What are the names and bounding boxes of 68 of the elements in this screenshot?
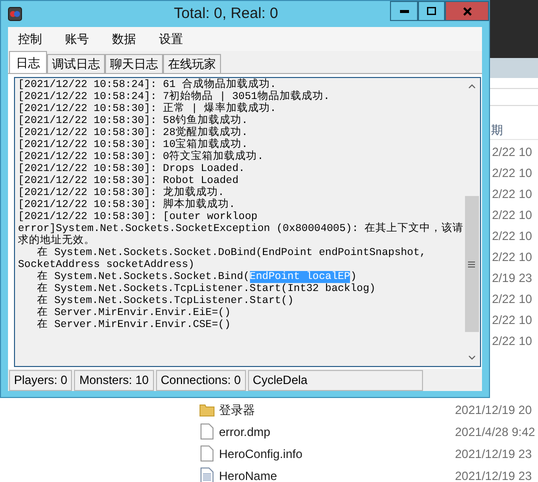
status-bar-panel: Players: 0 — [9, 370, 72, 391]
menu-item[interactable]: 设置 — [159, 30, 183, 48]
log-line: 在 System.Net.Sockets.TcpListener.Start(Int32 backlog) — [36, 283, 377, 295]
explorer-title-bar — [490, 58, 538, 78]
log-line: [2021/12/22 10:58:30]: 龙加载成功. — [18, 187, 224, 199]
log-line: [2021/12/22 10:58:30]: Robot Loaded — [18, 175, 240, 187]
log-line: SocketAddress socketAddress) — [18, 259, 196, 271]
date-cell-text: 2/22 10 — [491, 207, 534, 224]
log-line: 在 System.Net.Sockets.Socket.DoBind(EndPoint endPointSnapshot, — [36, 247, 427, 259]
log-line: [2021/12/22 10:58:30]: 脚本加载成功. — [18, 199, 236, 211]
log-line: [2021/12/22 10:58:30]: [outer workloop — [18, 211, 258, 223]
file-name[interactable]: HeroConfig.info — [217, 444, 455, 462]
date-cell-text: 2021/12/19 23 — [455, 446, 532, 462]
log-line: 在 System.Net.Sockets.TcpListener.Start() — [36, 295, 295, 307]
log-line: [2021/12/22 10:58:30]: 0符文宝箱加载成功. — [18, 151, 265, 163]
log-line: [2021/12/22 10:58:24]: 7初始物品 | 3051物品加载成功. — [18, 91, 331, 103]
column-header[interactable]: 期 — [491, 123, 503, 137]
scrollbar[interactable] — [464, 77, 481, 367]
date-cell-text: 2021/12/19 20 — [455, 402, 532, 418]
tab[interactable]: 聊天日志 — [105, 54, 163, 73]
log-line: [2021/12/22 10:58:30]: 正常 | 爆率加载成功. — [18, 103, 278, 115]
minimize-button[interactable] — [390, 1, 418, 21]
maximize-icon — [427, 7, 436, 15]
log-text-area[interactable] — [14, 77, 464, 367]
log-line: 在 System.Net.Sockets.Socket.Bind(EndPoint localEP) — [36, 271, 358, 283]
date-cell-text: 2/22 10 — [491, 249, 534, 266]
maximize-button[interactable] — [418, 1, 445, 21]
tab[interactable]: 在线玩家 — [163, 54, 221, 73]
date-cell-text: 2021/12/19 23 — [455, 468, 532, 482]
file-name[interactable]: HeroName — [217, 466, 455, 482]
date-cell-text: 2/22 10 — [491, 312, 534, 329]
date-cell-text: 2/22 10 — [491, 333, 534, 350]
grip-icon — [468, 260, 476, 268]
close-button[interactable] — [445, 1, 489, 21]
minimize-icon — [400, 10, 408, 12]
date-cell-text: 2021/4/28 9:42 — [455, 424, 536, 440]
log-line: 在 Server.MirEnvir.Envir.CSE=() — [36, 319, 232, 331]
status-bar-panel: Monsters: 10 — [74, 370, 154, 391]
date-cell-text: 2/22 10 — [491, 228, 534, 245]
document-icon — [200, 445, 214, 462]
menu-item[interactable]: 账号 — [65, 30, 89, 48]
tab[interactable]: 日志 — [9, 51, 47, 73]
log-line: 在 Server.MirEnvir.Envir.EiE=() — [36, 307, 232, 319]
app-icon — [8, 7, 22, 21]
log-line: [2021/12/22 10:58:30]: 10宝箱加载成功. — [18, 139, 248, 151]
status-bar-panel: CycleDela — [248, 370, 423, 391]
scrollbar-thumb[interactable] — [464, 196, 479, 332]
date-cell-text: 2/22 10 — [491, 165, 534, 182]
menu-item[interactable]: 控制 — [18, 30, 42, 48]
date-cell-text: 2/22 10 — [491, 291, 534, 308]
log-line: error]System.Net.Sockets.SocketException (0x80004005): 在其上下文中，该请 — [18, 223, 464, 235]
log-line: [2021/12/22 10:58:30]: 58钓鱼加载成功. — [18, 115, 249, 127]
menu-item[interactable]: 数据 — [112, 30, 136, 48]
close-icon — [462, 6, 472, 16]
log-line: 求的地址无效。 — [18, 235, 96, 247]
tab[interactable]: 调试日志 — [47, 54, 105, 73]
log-line: [2021/12/22 10:58:30]: Drops Loaded. — [18, 163, 246, 175]
date-cell-text: 2/19 23 — [491, 270, 534, 287]
log-line: [2021/12/22 10:58:24]: 61 合成物品加载成功. — [18, 79, 276, 91]
folder-icon — [199, 402, 215, 416]
document-icon — [200, 423, 214, 440]
file-name[interactable]: error.dmp — [217, 422, 455, 440]
date-cell-text: 2/22 10 — [491, 144, 534, 161]
window-title: Total: 0, Real: 0 — [174, 4, 278, 24]
status-bar-panel: Connections: 0 — [156, 370, 246, 391]
log-line: [2021/12/22 10:58:30]: 28觉醒加载成功. — [18, 127, 249, 139]
date-cell-text: 2/22 10 — [491, 186, 534, 203]
file-name[interactable]: 登录器 — [217, 400, 455, 418]
